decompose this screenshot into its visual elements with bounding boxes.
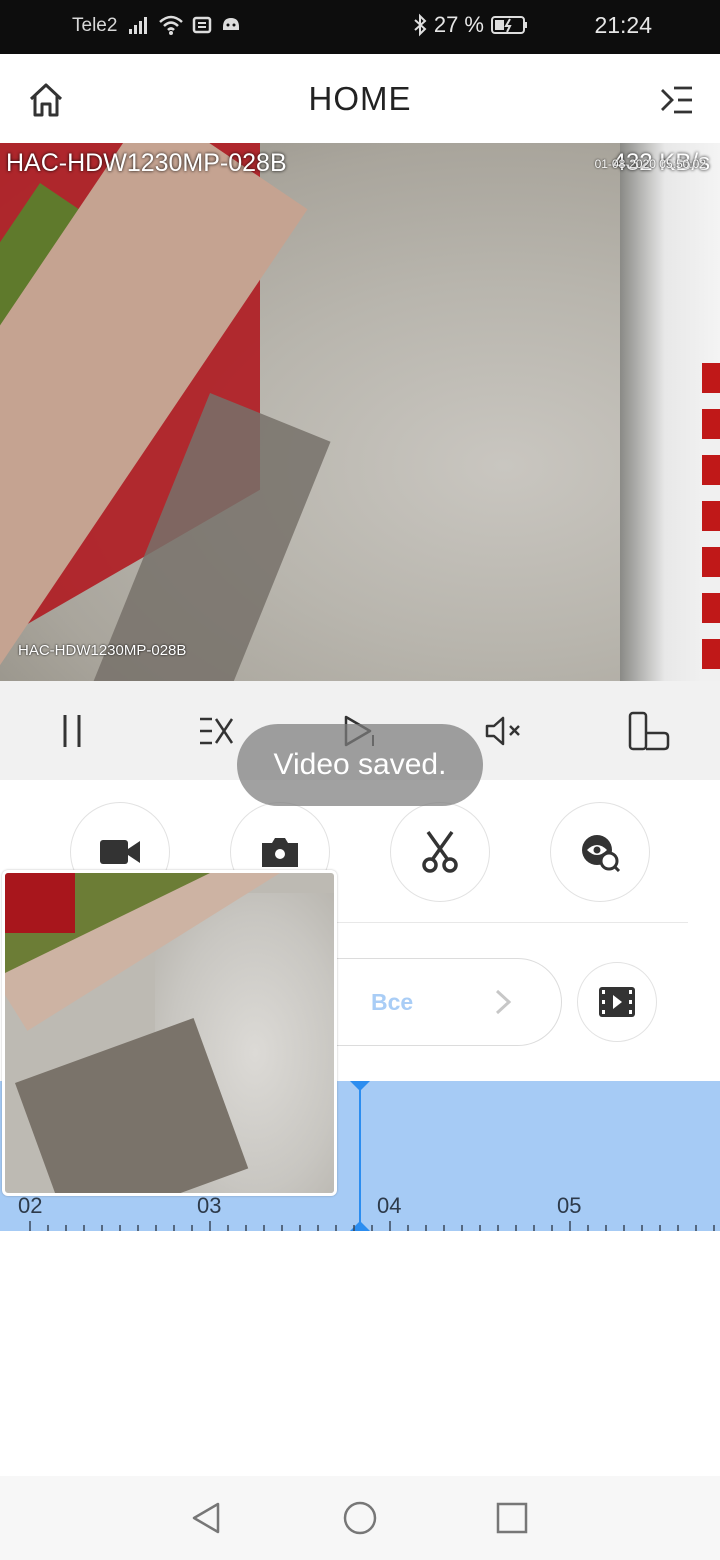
recents-icon[interactable] [494, 1500, 530, 1536]
filter-label: Все [371, 989, 414, 1015]
status-time: 21:24 [594, 12, 652, 38]
back-icon[interactable] [188, 1500, 224, 1536]
menu-collapse-icon[interactable] [660, 84, 694, 116]
app-header: HOME [0, 54, 720, 143]
timestamp-overlay: 01-08-2020 05:50:02 [594, 157, 706, 171]
system-nav-bar [0, 1476, 720, 1560]
speed-button[interactable] [194, 711, 238, 751]
app-screen: Tele2 27 % 21:24 HOME HAC-HDW1230MP-028B… [0, 0, 720, 1560]
video-player[interactable]: HAC-HDW1230MP-028B 432 KB/s 01-08-2020 0… [0, 143, 720, 681]
carrier-label: Tele2 [72, 15, 118, 36]
chevron-right-icon [495, 989, 512, 1015]
status-icons-right: 27 % [412, 12, 530, 38]
status-icons-left [128, 14, 242, 36]
signal-icon [129, 17, 147, 34]
timeline-label: 03 [197, 1193, 222, 1218]
message-icon [192, 16, 212, 34]
timeline-cursor[interactable] [359, 1081, 361, 1231]
status-bar: Tele2 27 % 21:24 [0, 0, 720, 54]
camera-name-osd: HAC-HDW1230MP-028B [18, 642, 187, 659]
toast-message: Video saved. [237, 724, 483, 806]
bluetooth-icon [414, 13, 427, 37]
smart-search-button[interactable] [550, 802, 650, 902]
wifi-icon [159, 15, 183, 35]
timeline-label: 04 [377, 1193, 402, 1218]
camera-name-overlay: HAC-HDW1230MP-028B [6, 149, 287, 177]
recordings-button[interactable] [577, 962, 657, 1042]
timeline-label: 05 [557, 1193, 582, 1218]
video-scene-sign [702, 363, 720, 681]
page-title: HOME [308, 80, 412, 117]
battery-icon [491, 16, 527, 34]
rotate-screen-icon [628, 711, 670, 751]
clip-button[interactable] [390, 802, 490, 902]
scissors-icon [422, 830, 458, 873]
video-camera-icon [100, 840, 140, 864]
pause-button[interactable] [50, 711, 94, 751]
battery-percent: 27 % [433, 12, 484, 37]
thumbnail-scene-wall [5, 873, 75, 933]
mute-button[interactable] [482, 711, 526, 751]
film-play-icon [599, 987, 635, 1017]
home-circle-icon[interactable] [342, 1500, 378, 1536]
camera-icon [262, 838, 298, 867]
timeline-ticks [29, 1221, 715, 1231]
eye-search-icon [582, 835, 621, 872]
speed-icon [200, 717, 234, 745]
mute-icon [485, 716, 520, 746]
timeline-cursor-top-marker [350, 1081, 370, 1091]
timeline-label: 02 [18, 1193, 43, 1218]
app-notification-icon [223, 18, 239, 30]
rotate-screen-button[interactable] [626, 711, 670, 751]
saved-video-thumbnail[interactable] [2, 870, 337, 1196]
pause-icon [63, 715, 81, 747]
